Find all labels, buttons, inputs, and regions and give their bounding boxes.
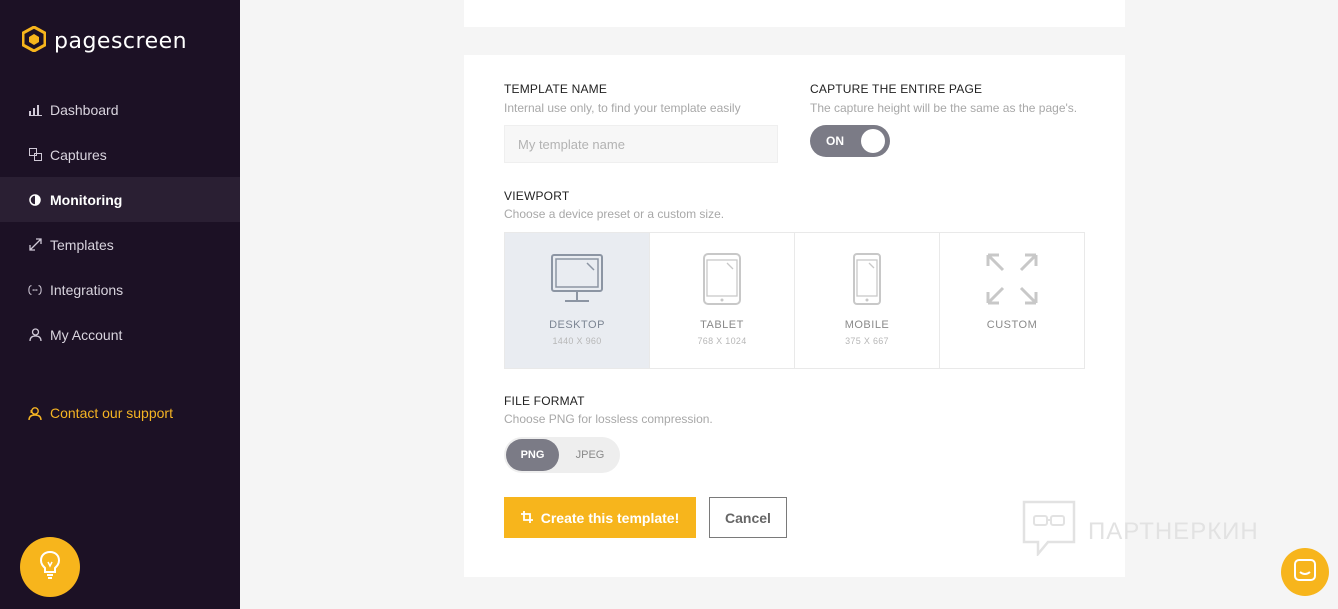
mobile-icon: [795, 253, 939, 305]
chat-launcher-button[interactable]: [1281, 548, 1329, 596]
user-icon: [28, 328, 42, 342]
logo-icon: [21, 25, 47, 57]
sidebar: pagescreen Dashboard Captures Monitoring…: [0, 0, 240, 609]
watermark: ПАРТНЕРКИН: [1022, 500, 1259, 563]
sidebar-item-label: Integrations: [50, 281, 124, 298]
viewport-label: VIEWPORT: [504, 189, 570, 203]
format-option-jpeg[interactable]: JPEG: [562, 439, 618, 471]
viewport-dims: 375 X 667: [845, 336, 889, 346]
viewport-option-desktop[interactable]: DESKTOP 1440 X 960: [505, 233, 650, 368]
sidebar-item-my-account[interactable]: My Account: [0, 312, 240, 357]
logo[interactable]: pagescreen: [21, 25, 188, 57]
viewport-name: CUSTOM: [986, 319, 1038, 331]
half-circle-icon: [28, 193, 42, 207]
sidebar-item-label: Captures: [50, 146, 107, 163]
file-format-hint: Choose PNG for lossless compression.: [504, 412, 713, 426]
tablet-icon: [650, 253, 794, 305]
captures-icon: [28, 148, 42, 162]
capture-entire-label: CAPTURE THE ENTIRE PAGE: [810, 82, 983, 96]
support-icon: [28, 406, 42, 420]
format-option-png[interactable]: PNG: [506, 439, 559, 471]
sidebar-item-label: My Account: [50, 326, 123, 343]
logo-text: pagescreen: [54, 29, 188, 54]
capture-entire-toggle[interactable]: ON: [810, 125, 890, 157]
main-content: TEMPLATE NAME Internal use only, to find…: [240, 0, 1338, 609]
custom-size-icon: [940, 253, 1084, 305]
sidebar-nav: Dashboard Captures Monitoring Templates …: [0, 87, 240, 357]
viewport-dims: 1440 X 960: [552, 336, 602, 346]
sidebar-item-templates[interactable]: Templates: [0, 222, 240, 267]
lightbulb-icon: [39, 550, 61, 585]
viewport-name: TABLET: [700, 319, 744, 331]
contact-support-link[interactable]: Contact our support: [28, 405, 173, 421]
toggle-knob: [861, 129, 885, 153]
contact-support-label: Contact our support: [50, 405, 173, 421]
viewport-dims: 768 X 1024: [697, 336, 747, 346]
viewport-options: DESKTOP 1440 X 960 TABLET 768 X 1024 MOB…: [504, 232, 1085, 369]
bar-chart-icon: [28, 103, 42, 117]
sidebar-item-label: Dashboard: [50, 101, 119, 118]
sidebar-item-captures[interactable]: Captures: [0, 132, 240, 177]
file-format-label: FILE FORMAT: [504, 394, 585, 408]
sidebar-item-label: Templates: [50, 236, 114, 253]
code-brackets-icon: [28, 283, 42, 297]
viewport-name: MOBILE: [844, 319, 890, 331]
viewport-option-tablet[interactable]: TABLET 768 X 1024: [650, 233, 795, 368]
viewport-name: DESKTOP: [549, 319, 605, 331]
watermark-text: ПАРТНЕРКИН: [1088, 517, 1259, 545]
sidebar-item-dashboard[interactable]: Dashboard: [0, 87, 240, 132]
tips-button[interactable]: [20, 537, 80, 597]
crop-icon: [520, 510, 533, 526]
expand-icon: [28, 238, 42, 252]
template-form-card: TEMPLATE NAME Internal use only, to find…: [464, 55, 1125, 577]
capture-entire-hint: The capture height will be the same as t…: [810, 101, 1078, 115]
sidebar-item-monitoring[interactable]: Monitoring: [0, 177, 240, 222]
sidebar-item-label: Monitoring: [50, 191, 123, 208]
template-name-hint: Internal use only, to find your template…: [504, 101, 741, 115]
toggle-state-label: ON: [826, 134, 844, 148]
create-template-label: Create this template!: [540, 509, 680, 526]
template-name-input[interactable]: [504, 125, 778, 163]
previous-card: [464, 0, 1125, 27]
create-template-button[interactable]: Create this template!: [504, 497, 696, 538]
cancel-button[interactable]: Cancel: [709, 497, 787, 538]
viewport-option-custom[interactable]: CUSTOM: [940, 233, 1084, 368]
viewport-option-mobile[interactable]: MOBILE 375 X 667: [795, 233, 940, 368]
template-name-label: TEMPLATE NAME: [504, 82, 608, 96]
viewport-hint: Choose a device preset or a custom size.: [504, 207, 725, 221]
chat-icon: [1294, 558, 1316, 586]
watermark-logo-icon: [1022, 500, 1076, 563]
sidebar-item-integrations[interactable]: Integrations: [0, 267, 240, 312]
desktop-icon: [505, 253, 649, 305]
file-format-switch: PNG JPEG: [504, 437, 620, 473]
